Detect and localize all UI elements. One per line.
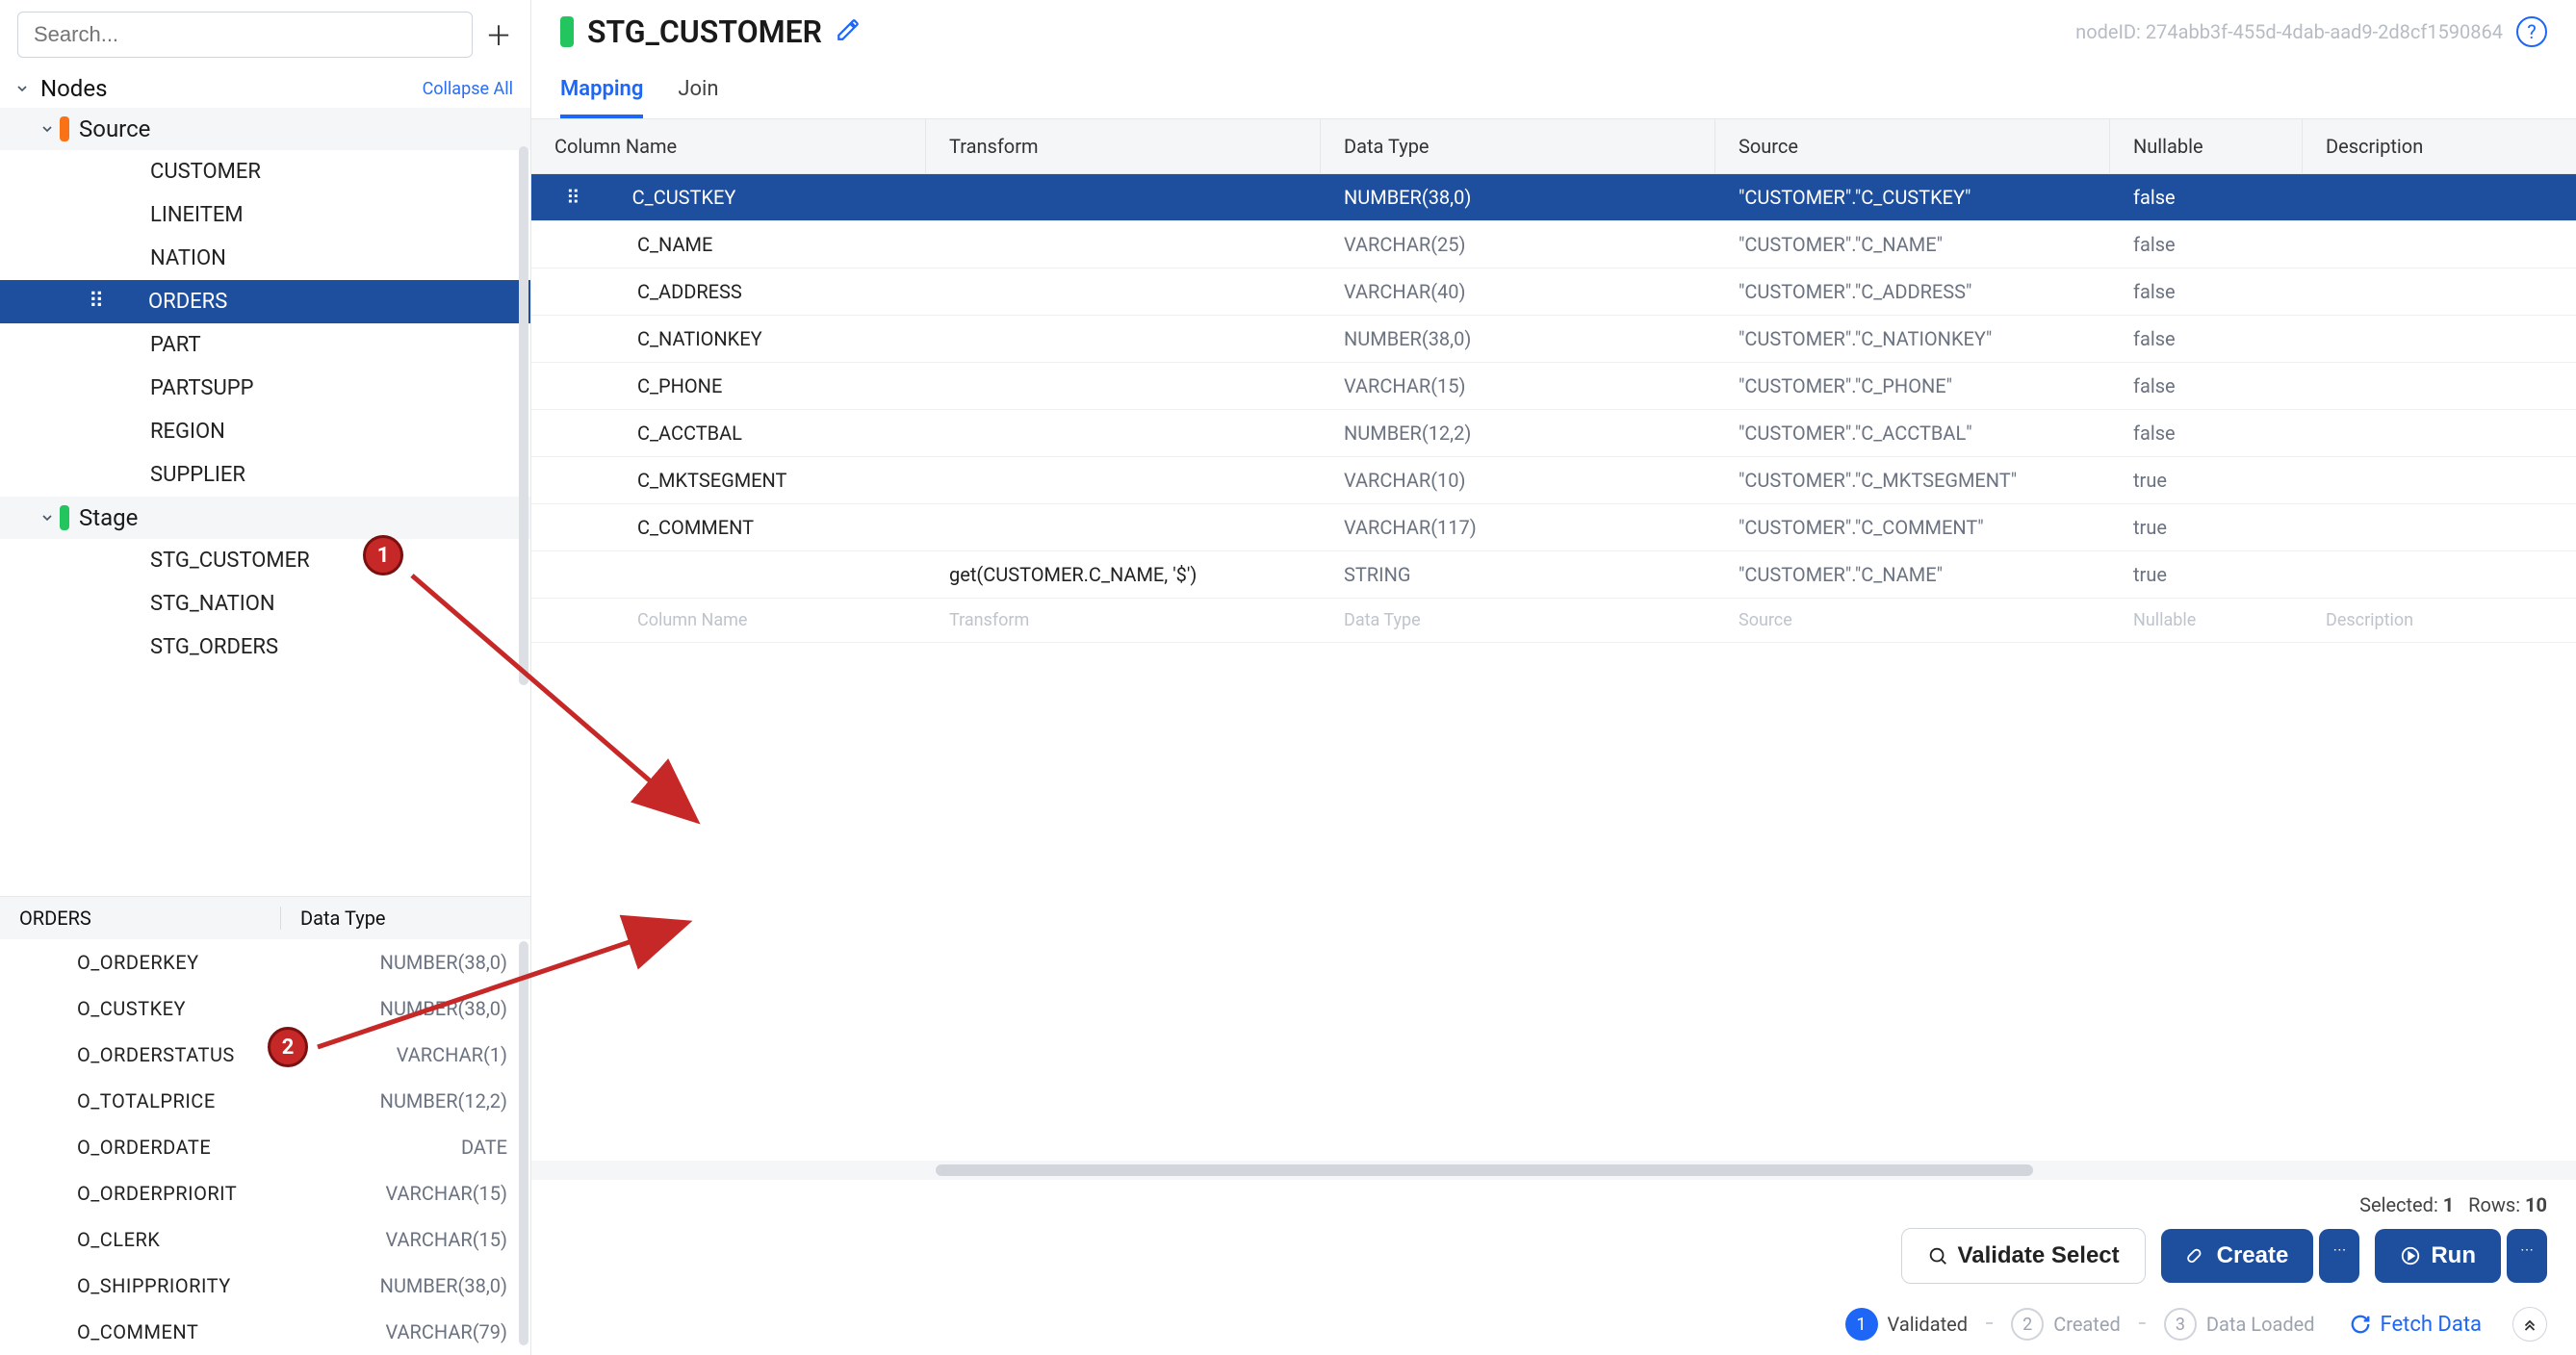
tree-item[interactable]: LINEITEM bbox=[0, 193, 530, 237]
grid-row[interactable]: get(CUSTOMER.C_NAME, '$')STRING"CUSTOMER… bbox=[531, 551, 2576, 599]
status-step-created: 2 Created bbox=[2011, 1308, 2121, 1341]
tree-group-source[interactable]: Source bbox=[0, 108, 530, 150]
tab-join[interactable]: Join bbox=[678, 77, 718, 118]
orders-scrollbar[interactable] bbox=[519, 941, 528, 1345]
column-row[interactable]: O_TOTALPRICENUMBER(12,2) bbox=[0, 1078, 530, 1124]
col-header[interactable]: Transform bbox=[926, 119, 1321, 173]
grid-row[interactable]: C_MKTSEGMENTVARCHAR(10)"CUSTOMER"."C_MKT… bbox=[531, 457, 2576, 504]
status-step-validated: 1 Validated bbox=[1845, 1308, 1968, 1341]
chevron-down-icon[interactable] bbox=[10, 76, 35, 101]
column-row[interactable]: O_CLERKVARCHAR(15) bbox=[0, 1216, 530, 1263]
col-header[interactable]: Nullable bbox=[2110, 119, 2303, 173]
search-input[interactable] bbox=[17, 12, 473, 58]
status-step-dataloaded: 3 Data Loaded bbox=[2164, 1308, 2315, 1341]
tab-bar: Mapping Join bbox=[531, 54, 2576, 119]
column-row[interactable]: O_CUSTKEYNUMBER(38,0) bbox=[0, 985, 530, 1032]
orders-type-header: Data Type bbox=[280, 907, 511, 930]
col-header[interactable]: Source bbox=[1715, 119, 2110, 173]
group-label: Stage bbox=[79, 504, 138, 531]
stage-color-chip bbox=[560, 16, 574, 47]
orders-columns-panel: ORDERS Data Type O_ORDERKEYNUMBER(38,0) … bbox=[0, 896, 530, 1355]
stage-color-chip bbox=[60, 505, 69, 530]
col-header[interactable]: Description bbox=[2303, 119, 2576, 173]
create-button[interactable]: Create bbox=[2161, 1229, 2314, 1283]
tree-scrollbar[interactable] bbox=[519, 146, 528, 685]
tree-item-selected[interactable]: ⠿ ORDERS bbox=[0, 280, 530, 323]
column-row[interactable]: O_ORDERKEYNUMBER(38,0) bbox=[0, 939, 530, 985]
horizontal-scrollbar-track[interactable] bbox=[531, 1161, 2576, 1180]
sidebar-panel: ＋ Nodes Collapse All Source bbox=[0, 0, 531, 1355]
help-icon[interactable]: ? bbox=[2516, 16, 2547, 47]
tree-item[interactable]: REGION bbox=[0, 410, 530, 453]
run-more-button[interactable]: ⋯ bbox=[2507, 1229, 2547, 1283]
tree-item[interactable]: STG_NATION bbox=[0, 582, 530, 626]
column-row[interactable]: O_SHIPPRIORITYNUMBER(38,0) bbox=[0, 1263, 530, 1309]
column-row[interactable]: O_ORDERDATEDATE bbox=[0, 1124, 530, 1170]
selection-summary: Selected: 1 Rows: 10 bbox=[531, 1180, 2576, 1224]
grid-row[interactable]: C_NATIONKEYNUMBER(38,0)"CUSTOMER"."C_NAT… bbox=[531, 316, 2576, 363]
drag-handle-icon[interactable]: ⠿ bbox=[566, 186, 580, 209]
column-row[interactable]: O_ORDERPRIORITVARCHAR(15) bbox=[0, 1170, 530, 1216]
tree-item[interactable]: PART bbox=[0, 323, 530, 367]
tree-item[interactable]: NATION bbox=[0, 237, 530, 280]
horizontal-scrollbar-thumb[interactable] bbox=[936, 1164, 2033, 1176]
run-button[interactable]: Run bbox=[2375, 1229, 2501, 1283]
orders-panel-title: ORDERS bbox=[19, 907, 280, 930]
mapping-grid: Column Name Transform Data Type Source N… bbox=[531, 119, 2576, 1161]
drag-handle-icon[interactable]: ⠿ bbox=[89, 290, 108, 314]
fetch-data-link[interactable]: Fetch Data bbox=[2350, 1313, 2482, 1337]
collapse-all-link[interactable]: Collapse All bbox=[423, 79, 513, 99]
tree-item[interactable]: STG_CUSTOMER bbox=[0, 539, 530, 582]
tree-item[interactable]: PARTSUPP bbox=[0, 367, 530, 410]
col-header[interactable]: Column Name bbox=[531, 119, 926, 173]
grid-row[interactable]: C_ACCTBALNUMBER(12,2)"CUSTOMER"."C_ACCTB… bbox=[531, 410, 2576, 457]
add-node-button[interactable]: ＋ bbox=[484, 20, 513, 49]
tab-mapping[interactable]: Mapping bbox=[560, 77, 643, 118]
chevron-down-icon bbox=[35, 116, 60, 141]
tree-item[interactable]: CUSTOMER bbox=[0, 150, 530, 193]
column-row[interactable]: O_ORDERSTATUSVARCHAR(1) bbox=[0, 1032, 530, 1078]
tree-group-stage[interactable]: Stage bbox=[0, 497, 530, 539]
grid-input-row[interactable]: Column Name Transform Data Type Source N… bbox=[531, 599, 2576, 643]
grid-row[interactable]: C_ADDRESSVARCHAR(40)"CUSTOMER"."C_ADDRES… bbox=[531, 268, 2576, 316]
group-label: Source bbox=[79, 115, 150, 142]
create-more-button[interactable]: ⋯ bbox=[2319, 1229, 2359, 1283]
chevron-down-icon bbox=[35, 505, 60, 530]
source-color-chip bbox=[60, 116, 69, 141]
tree-item[interactable]: SUPPLIER bbox=[0, 453, 530, 497]
validate-select-button[interactable]: Validate Select bbox=[1901, 1228, 2146, 1284]
grid-row[interactable]: C_COMMENTVARCHAR(117)"CUSTOMER"."C_COMME… bbox=[531, 504, 2576, 551]
grid-row-selected[interactable]: ⠿C_CUSTKEY NUMBER(38,0) "CUSTOMER"."C_CU… bbox=[531, 174, 2576, 221]
col-header[interactable]: Data Type bbox=[1321, 119, 1715, 173]
grid-row[interactable]: C_PHONEVARCHAR(15)"CUSTOMER"."C_PHONE"fa… bbox=[531, 363, 2576, 410]
tree-item[interactable]: STG_ORDERS bbox=[0, 626, 530, 669]
node-id-label: nodeID: 274abb3f-455d-4dab-aad9-2d8cf159… bbox=[2075, 20, 2503, 43]
expand-up-button[interactable] bbox=[2512, 1307, 2547, 1342]
column-row[interactable]: O_COMMENTVARCHAR(79) bbox=[0, 1309, 530, 1355]
edit-icon[interactable] bbox=[836, 17, 861, 46]
page-title: STG_CUSTOMER bbox=[587, 13, 822, 50]
tree-item-label: ORDERS bbox=[148, 290, 227, 314]
nodes-heading: Nodes bbox=[40, 75, 423, 102]
grid-row[interactable]: C_NAMEVARCHAR(25)"CUSTOMER"."C_NAME"fals… bbox=[531, 221, 2576, 268]
